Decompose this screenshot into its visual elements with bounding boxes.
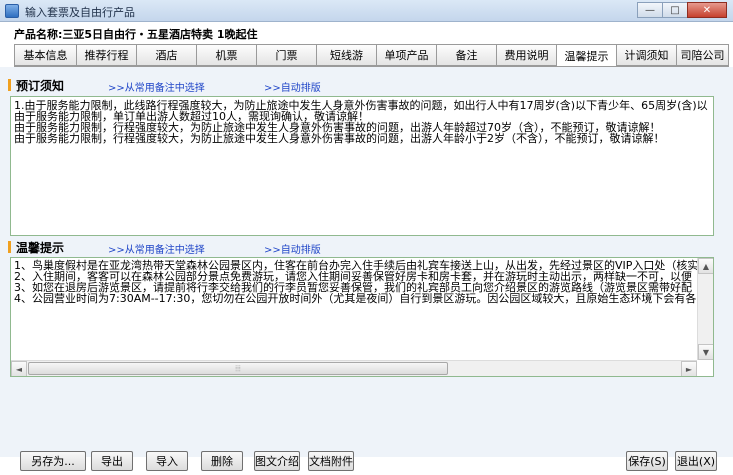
window-title: 输入套票及自由行产品 bbox=[25, 6, 135, 19]
tab-tickets[interactable]: 门票 bbox=[256, 44, 316, 66]
save-as-button[interactable]: 另存为... bbox=[20, 451, 86, 471]
doc-attachment-button[interactable]: 文档附件 bbox=[308, 451, 354, 471]
tab-recommended-itinerary[interactable]: 推荐行程 bbox=[76, 44, 136, 66]
horizontal-scrollbar[interactable]: ◄ ⦙⦙⦙ ► bbox=[11, 360, 697, 376]
tab-guide-company[interactable]: 司陪公司 bbox=[676, 44, 729, 66]
section-marker bbox=[8, 79, 11, 91]
scroll-down-button[interactable]: ▼ bbox=[698, 344, 713, 360]
tab-hotel[interactable]: 酒店 bbox=[136, 44, 196, 66]
section-marker bbox=[8, 241, 11, 253]
booking-notice-select-link[interactable]: >>从常用备注中选择 bbox=[108, 79, 205, 94]
import-button[interactable]: 导入 bbox=[146, 451, 188, 471]
text-line: 4、公园营业时间为7:30AM--17:30，您切勿在公园开放时间外（尤其是夜间… bbox=[14, 293, 699, 304]
minimize-button[interactable]: — bbox=[637, 2, 663, 18]
tab-fee-description[interactable]: 费用说明 bbox=[496, 44, 556, 66]
booking-notice-textarea[interactable]: 1.由于服务能力限制，此线路行程强度较大，为防止旅途中发生人身意外伤害事故的问题… bbox=[10, 96, 714, 236]
app-icon bbox=[5, 4, 19, 18]
text-line: 由于服务能力限制，行程强度较大，为防止旅途中发生人身意外伤害事故的问题，出游人年… bbox=[14, 132, 665, 145]
booking-notice-autoformat-link[interactable]: >>自动排版 bbox=[264, 79, 321, 94]
warm-tips-textarea[interactable]: 1、鸟巢度假村是在亚龙湾热带天堂森林公园景区内，住客在前台办完入住手续后由礼宾车… bbox=[10, 257, 714, 377]
booking-notice-header: 预订须知 >>从常用备注中选择 >>自动排版 bbox=[8, 77, 708, 94]
warm-tips-autoformat-link[interactable]: >>自动排版 bbox=[264, 241, 321, 256]
save-button[interactable]: 保存(S) bbox=[626, 451, 668, 471]
scroll-up-button[interactable]: ▲ bbox=[698, 258, 713, 274]
bottom-toolbar: 另存为... 导出 导入 删除 图文介绍 文档附件 保存(S) 退出(X) bbox=[0, 451, 733, 475]
close-button[interactable]: ✕ bbox=[687, 2, 727, 18]
tab-single-product[interactable]: 单项产品 bbox=[376, 44, 436, 66]
scroll-right-button[interactable]: ► bbox=[681, 361, 697, 376]
scroll-left-button[interactable]: ◄ bbox=[11, 361, 27, 376]
vertical-scrollbar[interactable]: ▲ ▼ bbox=[697, 258, 713, 360]
image-intro-button[interactable]: 图文介绍 bbox=[254, 451, 300, 471]
main-window: 产品名称:三亚5日自由行・五星酒店特卖 1晚起住 基本信息 推荐行程 酒店 机票… bbox=[0, 22, 733, 475]
tab-operator-notes[interactable]: 计调须知 bbox=[616, 44, 676, 66]
warm-tips-header: 温馨提示 >>从常用备注中选择 >>自动排版 bbox=[8, 239, 708, 256]
product-name: 产品名称:三亚5日自由行・五星酒店特卖 1晚起住 bbox=[14, 28, 258, 41]
tab-content: 预订须知 >>从常用备注中选择 >>自动排版 1.由于服务能力限制，此线路行程强… bbox=[0, 67, 733, 457]
tab-basic-info[interactable]: 基本信息 bbox=[14, 44, 76, 66]
tab-flight[interactable]: 机票 bbox=[196, 44, 256, 66]
delete-button[interactable]: 删除 bbox=[201, 451, 243, 471]
tab-remarks[interactable]: 备注 bbox=[436, 44, 496, 66]
text-line: 1、鸟巢度假村是在亚龙湾热带天堂森林公园景区内，住客在前台办完入住手续后由礼宾车… bbox=[14, 259, 699, 271]
window-controls: — □ ✕ bbox=[637, 2, 727, 20]
text-line: 3、如您在退房后游览景区，请提前将行李交给我们的行李员暂您妥善保管，我们的礼宾部… bbox=[14, 282, 692, 293]
warm-tips-title: 温馨提示 bbox=[16, 241, 65, 255]
tab-bar: 基本信息 推荐行程 酒店 机票 门票 短线游 单项产品 备注 费用说明 温馨提示… bbox=[14, 44, 729, 67]
maximize-button[interactable]: □ bbox=[662, 2, 688, 18]
text-line: 2、入住期间，客客可以在森林公园部分景点免费游玩，请您入住期间妥善保管好房卡和房… bbox=[14, 271, 692, 282]
warm-tips-select-link[interactable]: >>从常用备注中选择 bbox=[108, 241, 205, 256]
tab-short-trip[interactable]: 短线游 bbox=[316, 44, 376, 66]
title-bar: 输入套票及自由行产品 — □ ✕ bbox=[0, 0, 733, 22]
exit-button[interactable]: 退出(X) bbox=[675, 451, 717, 471]
text-line: 1.由于服务能力限制，此线路行程强度较大，为防止旅途中发生人身意外伤害事故的问题… bbox=[14, 99, 708, 112]
export-button[interactable]: 导出 bbox=[91, 451, 133, 471]
booking-notice-title: 预订须知 bbox=[16, 79, 65, 93]
tab-warm-tips[interactable]: 温馨提示 bbox=[556, 44, 616, 67]
scroll-thumb[interactable]: ⦙⦙⦙ bbox=[28, 362, 448, 375]
